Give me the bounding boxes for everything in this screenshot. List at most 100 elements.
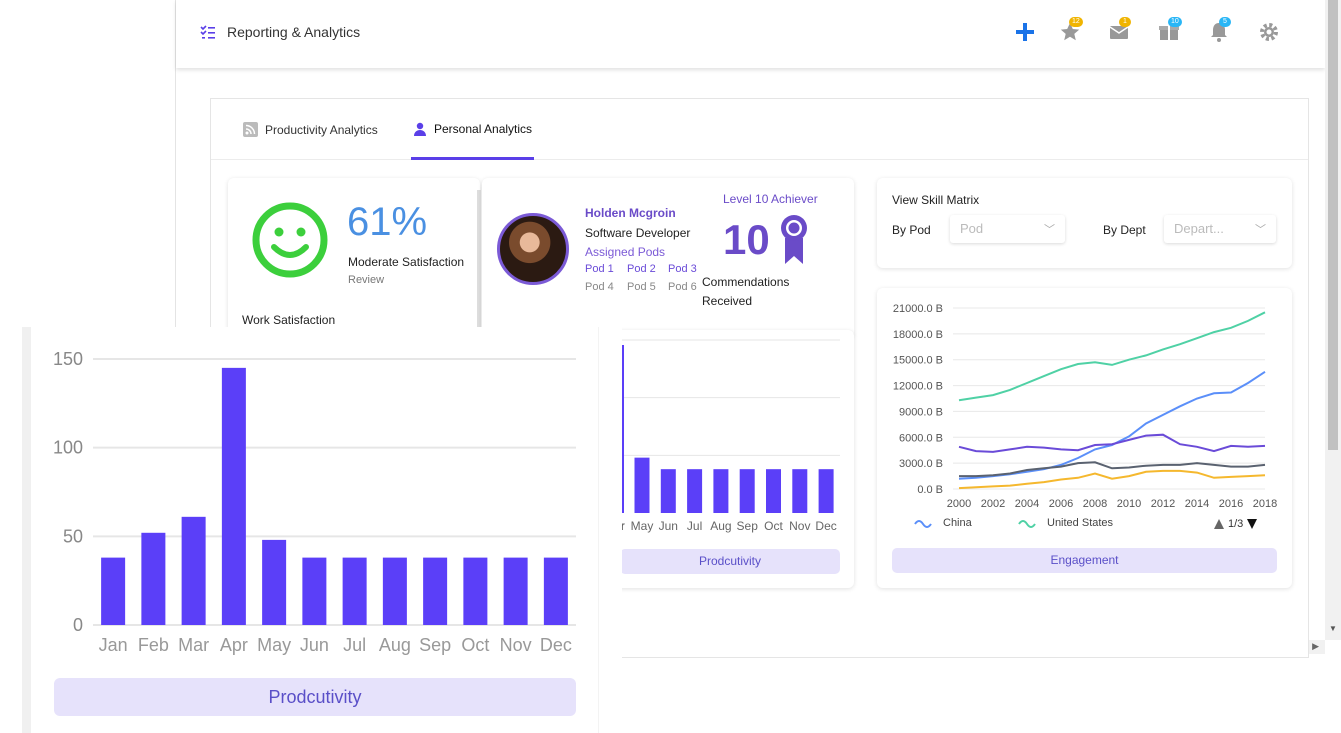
- profile-name[interactable]: Holden Mcgroin: [585, 206, 676, 220]
- x-tick-label: Feb: [138, 635, 169, 655]
- bar-dec: [818, 469, 834, 513]
- y-tick-label: 9000.0 B: [899, 406, 943, 418]
- bar-sep: [423, 557, 448, 625]
- gifts-badge: 10: [1168, 17, 1182, 27]
- top-header: Reporting & Analytics 12 1 10 5: [176, 0, 1325, 68]
- scroll-right-arrow-icon[interactable]: ▶: [1312, 641, 1319, 652]
- pod-select-placeholder: Pod: [960, 221, 984, 236]
- productivity-chart-small: AprMayJunJulAugSepOctNovDecr: [612, 339, 840, 533]
- satisfaction-review-link[interactable]: Review: [348, 274, 384, 286]
- notifications-badge: 5: [1219, 17, 1231, 27]
- legend-label: China: [943, 517, 973, 529]
- legend-next-icon: [1247, 519, 1257, 529]
- y-tick-label: 21000.0 B: [893, 303, 943, 315]
- plus-icon[interactable]: [1013, 20, 1037, 44]
- y-tick-label: 150: [53, 349, 83, 369]
- vertical-scrollbar[interactable]: ▼: [1325, 0, 1341, 640]
- app-root: Reporting & Analytics 12 1 10 5 ▼ ▶ Prod…: [0, 0, 1341, 733]
- x-tick-label: Aug: [710, 519, 731, 533]
- legend-prev-icon: [1214, 519, 1224, 529]
- x-tick-label: Oct: [764, 519, 783, 533]
- smiley-face-icon: [252, 202, 328, 278]
- tab-productivity-analytics[interactable]: Productivity Analytics: [243, 122, 378, 137]
- bar-may: [262, 539, 287, 625]
- pod-select[interactable]: Pod ﹀: [950, 215, 1065, 243]
- vertical-scrollbar-thumb[interactable]: [1328, 0, 1338, 450]
- bar-sep: [739, 469, 755, 513]
- pod-link-2[interactable]: Pod 2: [627, 263, 656, 275]
- by-pod-label: By Pod: [892, 223, 931, 237]
- tab-label: Personal Analytics: [434, 122, 533, 136]
- by-dept-label: By Dept: [1103, 223, 1146, 237]
- page-title: Reporting & Analytics: [227, 24, 361, 40]
- tab-label: Productivity Analytics: [265, 122, 378, 137]
- y-tick-label: 18000.0 B: [893, 329, 943, 341]
- x-tick-label: 2016: [1219, 498, 1243, 510]
- satisfaction-percent: 61%: [347, 200, 428, 244]
- engagement-button[interactable]: Engagement: [892, 548, 1277, 573]
- checklist-menu-icon[interactable]: [200, 24, 216, 40]
- bar-jul: [687, 469, 703, 513]
- series-line-3: [959, 461, 1266, 478]
- x-tick-label: Sep: [737, 519, 759, 533]
- assigned-pods-heading: Assigned Pods: [585, 245, 666, 259]
- bar-feb: [141, 532, 166, 625]
- profile-role: Software Developer: [585, 226, 691, 240]
- rss-icon: [243, 122, 258, 137]
- x-tick-label: Aug: [379, 635, 411, 655]
- gear-icon[interactable]: [1257, 20, 1281, 44]
- y-tick-label: 6000.0 B: [899, 432, 943, 444]
- x-tick-label: Sep: [419, 635, 451, 655]
- dept-select[interactable]: Depart... ﹀: [1164, 215, 1276, 243]
- productivity-chart-large: 0 50 100 150 Jan Feb Mar Apr May Jun Jul Aug Sep Oct N…: [53, 349, 576, 655]
- y-tick-label: 0.0 B: [917, 484, 943, 496]
- bar-jul: [342, 557, 367, 625]
- pod-link-6[interactable]: Pod 6: [668, 281, 697, 293]
- x-tick-label: Dec: [540, 635, 572, 655]
- bar-aug: [382, 557, 407, 625]
- pod-link-4[interactable]: Pod 4: [585, 281, 614, 293]
- tab-personal-analytics[interactable]: Personal Analytics: [413, 122, 532, 136]
- productivity-button-large[interactable]: Prodcutivity: [54, 678, 576, 716]
- legend-wave-icon: [914, 520, 932, 528]
- bar-mar: [181, 516, 206, 625]
- series-line-0: [958, 311, 1266, 402]
- dept-select-placeholder: Depart...: [1174, 221, 1224, 236]
- user-icon: [414, 122, 426, 136]
- x-tick-label: 2004: [1015, 498, 1039, 510]
- legend-page: 1/3: [1228, 518, 1243, 530]
- productivity-button-small[interactable]: Prodcutivity: [620, 549, 840, 574]
- x-tick-label: 2010: [1117, 498, 1141, 510]
- bar-apr: [221, 367, 246, 625]
- x-tick-label: 2008: [1083, 498, 1107, 510]
- y-tick-label: 3000.0 B: [899, 458, 943, 470]
- bar-may: [634, 457, 650, 513]
- y-tick-label: 100: [53, 438, 83, 458]
- x-tick-label: May: [257, 635, 291, 655]
- bar-dec: [543, 557, 568, 625]
- x-tick-label: Jun: [300, 635, 329, 655]
- pod-link-1[interactable]: Pod 1: [585, 263, 614, 275]
- scroll-down-arrow-icon[interactable]: ▼: [1329, 624, 1337, 633]
- chevron-down-icon: ﹀: [1255, 224, 1266, 236]
- y-tick-label: 15000.0 B: [893, 355, 943, 367]
- pod-link-5[interactable]: Pod 5: [627, 281, 656, 293]
- legend-wave-icon: [1018, 520, 1036, 528]
- messages-badge: 1: [1119, 17, 1131, 27]
- satisfaction-footer: Work Satisfaction: [242, 313, 336, 327]
- zoomed-panel-edge: [598, 327, 622, 733]
- bar-nov: [503, 557, 528, 625]
- bar-nov: [792, 469, 808, 513]
- x-tick-label: Nov: [500, 635, 532, 655]
- x-tick-label: Mar: [178, 635, 209, 655]
- favorites-badge: 12: [1069, 17, 1083, 27]
- engagement-line-chart: 0.0 B 3000.0 B 6000.0 B 9000.0 B 12000.0 B 15…: [893, 303, 1277, 530]
- x-tick-label: 2006: [1049, 498, 1073, 510]
- pod-link-3[interactable]: Pod 3: [668, 263, 697, 275]
- bar-jun: [302, 557, 327, 625]
- avatar[interactable]: [497, 213, 569, 285]
- x-tick-label: Nov: [789, 519, 810, 533]
- x-tick-label: 2000: [947, 498, 971, 510]
- x-tick-label: May: [631, 519, 654, 533]
- y-tick-label: 50: [63, 526, 83, 546]
